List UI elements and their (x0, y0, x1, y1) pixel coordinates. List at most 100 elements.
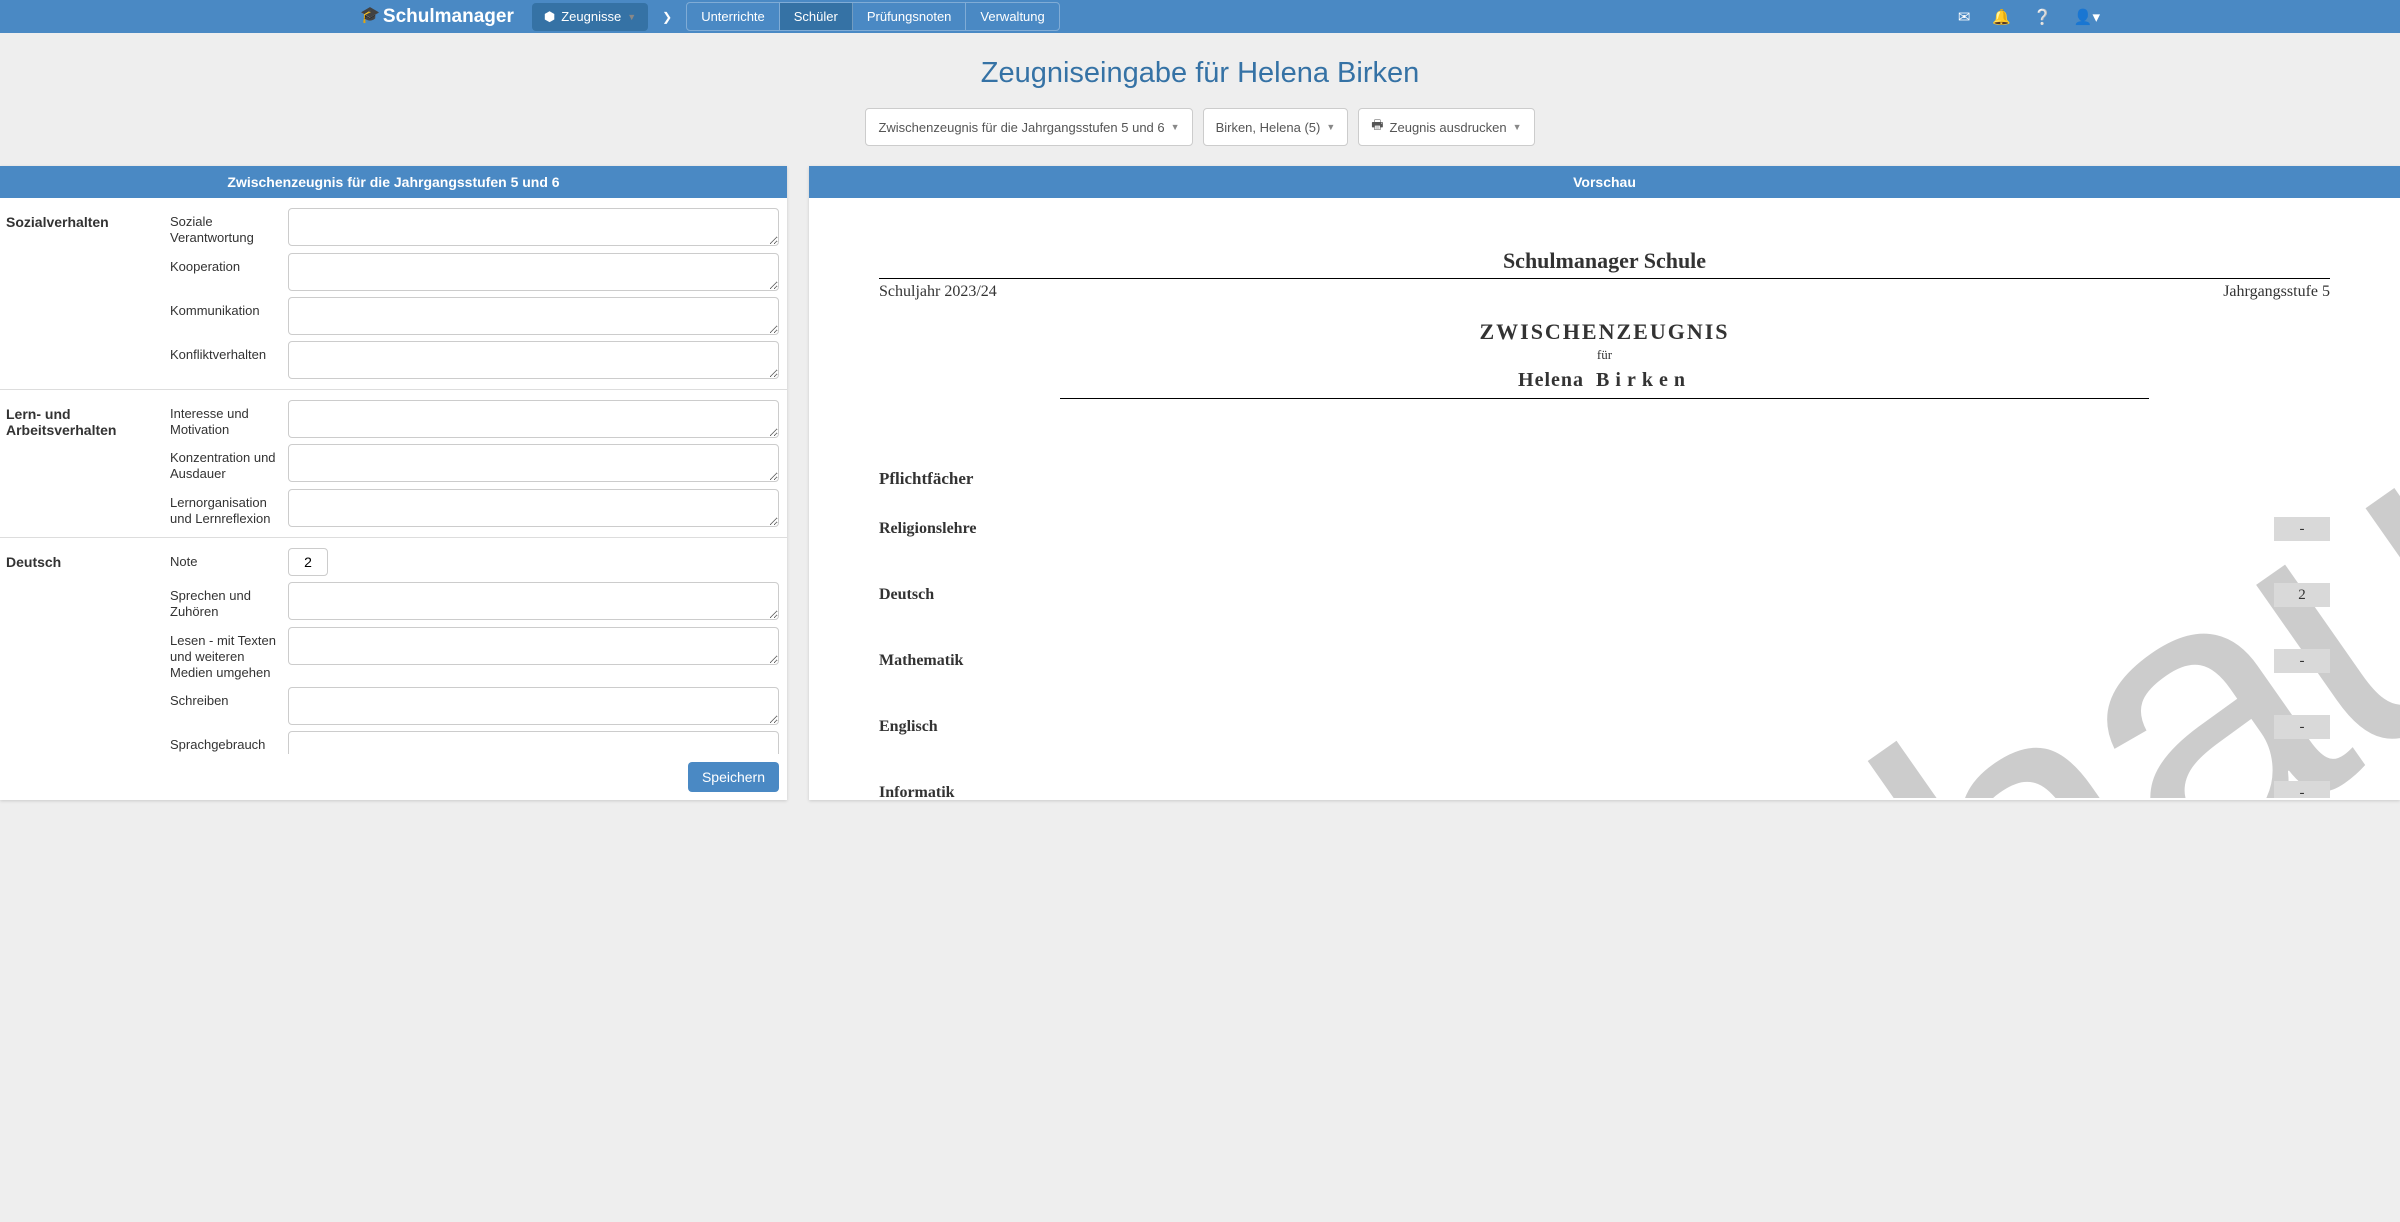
field-label: Schreiben (170, 687, 280, 709)
chevron-down-icon: ▼ (1326, 122, 1335, 132)
text-input[interactable] (288, 400, 779, 438)
field-row: Schreiben (170, 687, 779, 725)
preview-content: Schulmanager Schule Schuljahr 2023/24 Ja… (879, 248, 2330, 798)
preview-grade-box: - (2274, 715, 2330, 739)
nav-right: ✉ 🔔 ❔ 👤▾ (1958, 8, 2380, 26)
preview-subject-name: Mathematik (879, 652, 963, 670)
preview-subject-row: Religionslehre- (879, 517, 2330, 541)
section-title: Deutsch (6, 548, 170, 754)
section-fields: Interesse und Motivation Konzentration un… (170, 400, 787, 528)
section-fields: Note Sprechen und Zuhören Lesen - mit Text… (170, 548, 787, 754)
preview-meta: Schuljahr 2023/24 Jahrgangsstufe 5 (879, 283, 2330, 301)
print-dropdown-label: Zeugnis ausdrucken (1390, 120, 1507, 135)
preview-grade-box: - (2274, 781, 2330, 798)
preview-for-label: für (879, 347, 2330, 363)
field-row: Kooperation (170, 253, 779, 291)
print-icon: 🖶 (1371, 116, 1383, 138)
nav-tab-unterrichte[interactable]: Unterrichte (687, 3, 780, 30)
navbar: 🎓 Schulmanager ⬢ Zeugnisse ▼ ❯ Unterrich… (0, 0, 2400, 33)
student-dropdown-label: Birken, Helena (5) (1216, 120, 1321, 135)
preview-school: Schulmanager Schule (879, 248, 2330, 279)
nav-tab-schüler[interactable]: Schüler (780, 3, 853, 30)
preview-grade-level: Jahrgangsstufe 5 (2223, 283, 2330, 301)
mail-icon[interactable]: ✉ (1958, 8, 1971, 26)
text-input[interactable] (288, 627, 779, 665)
text-input[interactable] (288, 253, 779, 291)
preview-subject-name: Deutsch (879, 586, 934, 604)
preview-grade-box: - (2274, 517, 2330, 541)
user-menu[interactable]: 👤▾ (2074, 8, 2100, 26)
text-input[interactable] (288, 208, 779, 246)
help-icon[interactable]: ❔ (2033, 8, 2052, 26)
text-input[interactable] (288, 489, 779, 527)
field-label: Sprechen und Zuhören (170, 582, 280, 621)
field-label: Konzentration und Ausdauer (170, 444, 280, 483)
template-dropdown[interactable]: Zwischenzeugnis für die Jahrgangsstufen … (865, 108, 1192, 146)
sub-controls: Zwischenzeugnis für die Jahrgangsstufen … (0, 108, 2400, 166)
preview-body: schau Schulmanager Schule Schuljahr 2023… (809, 198, 2400, 798)
field-row: Note (170, 548, 779, 576)
form-body[interactable]: SozialverhaltenSoziale Verantwortung Koop… (0, 198, 787, 754)
text-input[interactable] (288, 687, 779, 725)
field-row: Sprechen und Zuhören (170, 582, 779, 621)
field-row: Lernorganisation und Lernreflexion (170, 489, 779, 528)
field-label: Soziale Verantwortung (170, 208, 280, 247)
field-row: Sprachgebrauch und Sprache untersuchen u… (170, 731, 779, 754)
form-footer: Speichern (0, 754, 787, 800)
nav-tabs: UnterrichteSchülerPrüfungsnotenVerwaltun… (686, 2, 1060, 31)
preview-student-first: Helena (1518, 369, 1584, 391)
preview-subject-row: Mathematik - (879, 649, 2330, 673)
module-dropdown[interactable]: ⬢ Zeugnisse ▼ (532, 3, 648, 31)
grade-input[interactable] (288, 548, 328, 576)
field-row: Soziale Verantwortung (170, 208, 779, 247)
preview-subject-name: Englisch (879, 718, 938, 736)
field-row: Konfliktverhalten (170, 341, 779, 379)
preview-student-last: Birken (1596, 369, 1691, 391)
field-row: Interesse und Motivation (170, 400, 779, 439)
field-label: Interesse und Motivation (170, 400, 280, 439)
chevron-down-icon: ▼ (627, 12, 636, 22)
field-row: Konzentration und Ausdauer (170, 444, 779, 483)
template-dropdown-label: Zwischenzeugnis für die Jahrgangsstufen … (878, 120, 1164, 135)
form-section: Lern- und ArbeitsverhaltenInteresse und … (0, 390, 787, 539)
module-dropdown-label: Zeugnisse (561, 9, 621, 24)
hexagon-icon: ⬢ (544, 9, 555, 25)
save-button[interactable]: Speichern (688, 762, 779, 792)
text-input[interactable] (288, 731, 779, 754)
nav-tab-prüfungsnoten[interactable]: Prüfungsnoten (853, 3, 967, 30)
preview-grade-box: - (2274, 649, 2330, 673)
app-logo[interactable]: 🎓 Schulmanager (360, 6, 514, 28)
field-label: Konfliktverhalten (170, 341, 280, 363)
preview-subject-name: Informatik (879, 784, 955, 798)
field-label: Note (170, 548, 280, 570)
chevron-right-icon: ❯ (656, 10, 678, 24)
text-input[interactable] (288, 444, 779, 482)
field-label: Kommunikation (170, 297, 280, 319)
chevron-down-icon: ▼ (1513, 122, 1522, 132)
form-section: DeutschNote Sprechen und Zuhören Lesen - m… (0, 538, 787, 754)
form-section: SozialverhaltenSoziale Verantwortung Koop… (0, 198, 787, 390)
field-row: Lesen - mit Texten und weiteren Medien u… (170, 627, 779, 682)
preview-panel: Vorschau schau Schulmanager Schule Schul… (809, 166, 2400, 800)
field-label: Sprachgebrauch und Sprache untersuchen u… (170, 731, 280, 754)
student-dropdown[interactable]: Birken, Helena (5) ▼ (1203, 108, 1349, 146)
form-panel: Zwischenzeugnis für die Jahrgangsstufen … (0, 166, 787, 800)
field-row: Kommunikation (170, 297, 779, 335)
preview-panel-header: Vorschau (809, 166, 2400, 198)
text-input[interactable] (288, 582, 779, 620)
text-input[interactable] (288, 341, 779, 379)
preview-grade-box: 2 (2274, 583, 2330, 607)
section-title: Lern- und Arbeitsverhalten (6, 400, 170, 528)
section-fields: Soziale Verantwortung Kooperation Kommunik… (170, 208, 787, 379)
page-title: Zeugniseingabe für Helena Birken (0, 33, 2400, 108)
field-label: Lernorganisation und Lernreflexion (170, 489, 280, 528)
nav-tab-verwaltung[interactable]: Verwaltung (966, 3, 1058, 30)
text-input[interactable] (288, 297, 779, 335)
field-label: Kooperation (170, 253, 280, 275)
section-title: Sozialverhalten (6, 208, 170, 379)
bell-icon[interactable]: 🔔 (1992, 8, 2011, 26)
print-dropdown[interactable]: 🖶 Zeugnis ausdrucken ▼ (1358, 108, 1534, 146)
preview-subject-row: Englisch - (879, 715, 2330, 739)
graduation-cap-icon: 🎓 (360, 5, 380, 25)
logo-text: Schulmanager (383, 6, 514, 28)
